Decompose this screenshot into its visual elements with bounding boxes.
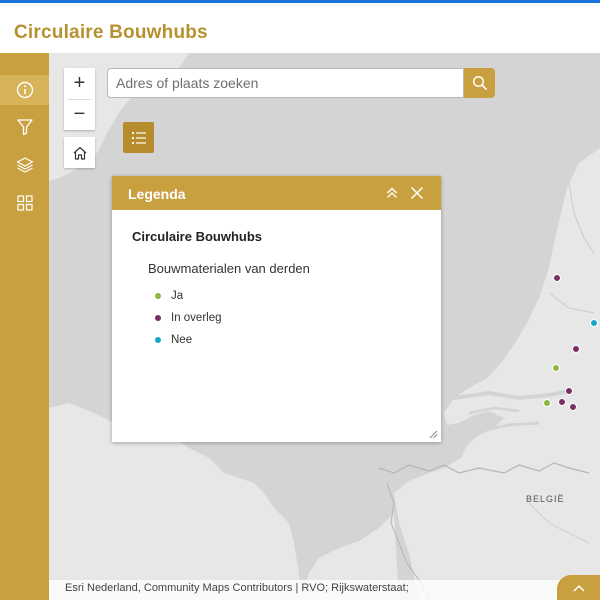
search-button[interactable] xyxy=(464,68,495,98)
legend-swatch xyxy=(155,293,161,299)
grid-icon xyxy=(16,195,33,211)
legend-panel: Legenda Circulaire Bouwhubs Bouwmaterial… xyxy=(112,176,441,442)
collapse-button[interactable] xyxy=(382,183,402,203)
legend-item: Ja xyxy=(155,288,183,304)
close-button[interactable] xyxy=(407,183,427,203)
sidebar-item-basemap[interactable] xyxy=(0,188,49,218)
home-button[interactable] xyxy=(64,137,95,168)
hub-point[interactable] xyxy=(552,364,560,372)
resize-handle-icon[interactable] xyxy=(428,429,438,439)
search-widget xyxy=(107,68,495,100)
filter-icon xyxy=(16,119,33,136)
search-input[interactable] xyxy=(107,68,464,98)
legend-layer-title: Circulaire Bouwhubs xyxy=(132,229,263,244)
hub-point[interactable] xyxy=(553,274,561,282)
chevron-up-icon xyxy=(572,584,585,592)
hub-point[interactable] xyxy=(572,345,580,353)
sidebar-item-layers[interactable] xyxy=(0,150,49,180)
layers-icon xyxy=(16,157,33,173)
expand-panel-button[interactable] xyxy=(557,575,600,600)
hub-point[interactable] xyxy=(569,403,577,411)
legend-title: Legenda xyxy=(128,186,186,202)
legend-item: In overleg xyxy=(155,310,222,326)
map-attribution: Esri Nederland, Community Maps Contribut… xyxy=(49,580,600,600)
country-label: BELGIË xyxy=(526,494,565,504)
hub-point[interactable] xyxy=(590,319,598,327)
list-icon xyxy=(131,131,146,144)
legend-field-title: Bouwmaterialen van derden xyxy=(148,261,310,276)
legend-item-label: In overleg xyxy=(171,312,222,324)
legend-toggle-button[interactable] xyxy=(123,122,154,153)
sidebar-item-info[interactable] xyxy=(0,75,49,105)
hub-point[interactable] xyxy=(543,399,551,407)
zoom-in-button[interactable]: + xyxy=(64,68,95,99)
hub-point[interactable] xyxy=(565,387,573,395)
sidebar xyxy=(0,53,49,600)
legend-swatch xyxy=(155,337,161,343)
app-title: Circulaire Bouwhubs xyxy=(14,22,208,43)
chevron-double-up-icon xyxy=(387,187,397,198)
sidebar-item-filter[interactable] xyxy=(0,112,49,142)
search-icon xyxy=(472,75,487,91)
zoom-control: + − xyxy=(64,68,95,130)
home-icon xyxy=(73,146,86,160)
legend-item: Nee xyxy=(155,332,192,348)
info-icon xyxy=(16,81,33,99)
legend-item-label: Nee xyxy=(171,334,193,346)
hub-point[interactable] xyxy=(558,398,566,406)
legend-header: Legenda xyxy=(112,176,441,210)
legend-swatch xyxy=(155,315,161,321)
zoom-out-button[interactable]: − xyxy=(64,99,95,130)
legend-item-label: Ja xyxy=(171,290,184,302)
app-header: Circulaire Bouwhubs xyxy=(0,3,600,53)
close-icon xyxy=(410,186,424,200)
